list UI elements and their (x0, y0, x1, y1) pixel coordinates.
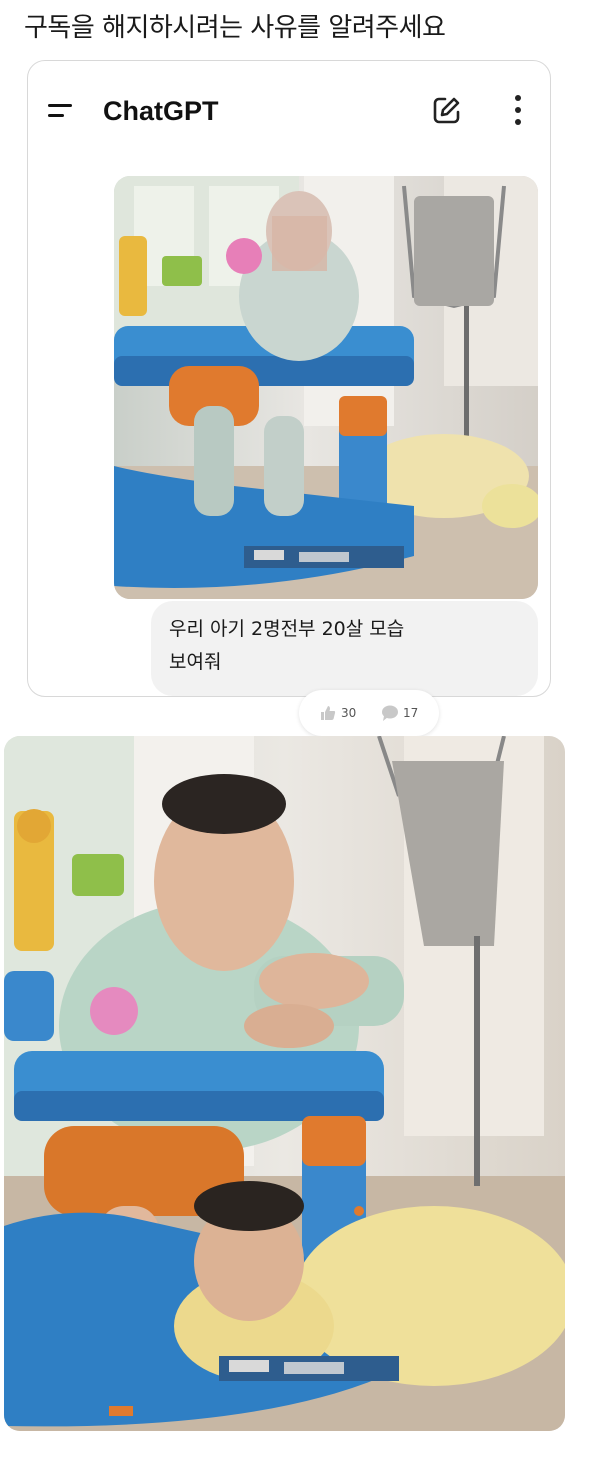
generated-result-photo[interactable] (4, 736, 565, 1431)
like-count: 30 (341, 706, 357, 720)
post-title: 구독을 해지하시려는 사유를 알려주세요 (24, 13, 446, 43)
app-title: ChatGPT (103, 96, 219, 126)
user-message-line2: 보여줘 (169, 651, 222, 673)
chatgpt-screenshot-card: ChatGPT 우리 아기 2명전부 20살 모습 보여줘 (27, 60, 551, 697)
app-header: ChatGPT (28, 61, 550, 161)
comment-button[interactable]: 17 (381, 703, 418, 723)
menu-icon[interactable] (46, 101, 76, 121)
like-button[interactable]: 30 (319, 703, 356, 723)
more-vertical-icon[interactable] (508, 93, 528, 127)
edit-icon[interactable] (432, 95, 462, 125)
user-message-line1: 우리 아기 2명전부 20살 모습 (169, 618, 405, 640)
comment-count: 17 (403, 706, 419, 720)
user-message-bubble: 우리 아기 2명전부 20살 모습 보여줘 (151, 601, 538, 696)
comment-bubble-icon (382, 705, 398, 721)
user-uploaded-photo[interactable] (114, 176, 538, 599)
reaction-bar: 30 17 (299, 690, 439, 736)
thumbs-up-icon (321, 706, 336, 720)
